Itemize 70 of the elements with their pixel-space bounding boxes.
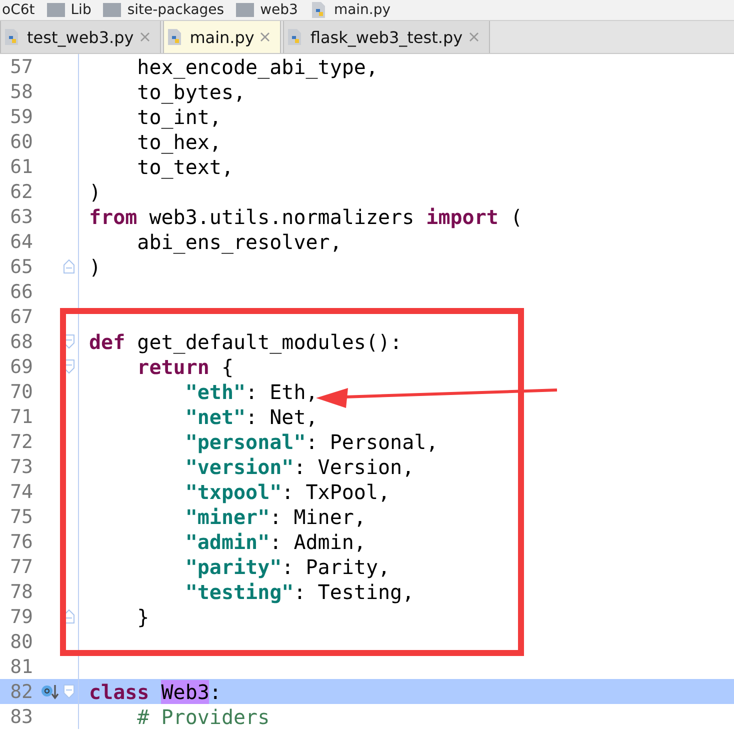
code-line: "testing": Testing, [184, 580, 414, 604]
code-line: class Web3: [88, 680, 222, 704]
line-number: 60 [9, 130, 33, 152]
line-number: 72 [9, 430, 33, 452]
breadcrumb-item[interactable]: site-packages [127, 1, 224, 19]
line-number: 80 [9, 630, 33, 652]
fold-icon[interactable] [63, 684, 75, 699]
override-marker-icon[interactable] [41, 682, 59, 700]
line-number: 70 [9, 380, 33, 402]
line-number: 68 [9, 330, 33, 352]
code-line: "version": Version, [184, 454, 414, 478]
line-number: 75 [9, 506, 33, 528]
breadcrumb-item[interactable]: Lib [70, 1, 92, 19]
code-line: ) [88, 254, 102, 278]
line-number: 59 [9, 106, 33, 128]
code-line: from web3.utils.normalizers import ( [88, 204, 522, 228]
breadcrumb-item[interactable]: web3 [260, 1, 298, 19]
breadcrumb-item[interactable]: main.py [334, 1, 391, 19]
code-line: # Providers [136, 704, 270, 728]
fold-icon[interactable] [63, 259, 75, 274]
python-file-icon [310, 1, 328, 19]
code-line: to_bytes, [136, 80, 246, 104]
code-line: to_text, [136, 154, 234, 178]
close-icon[interactable] [260, 32, 270, 42]
python-file-icon [166, 28, 184, 46]
code-line: "eth": Eth, [184, 380, 318, 404]
line-number: 58 [9, 80, 33, 102]
code-line: } [136, 604, 150, 628]
editor-tab[interactable]: main.py [162, 21, 282, 53]
line-number: 63 [9, 206, 33, 228]
code-line: "txpool": TxPool, [184, 480, 390, 504]
line-number: 79 [9, 606, 33, 628]
line-number: 83 [9, 706, 33, 728]
line-number: 62 [9, 180, 33, 202]
code-line: hex_encode_abi_type, [136, 54, 378, 78]
line-number: 73 [9, 456, 33, 478]
line-number: 76 [9, 530, 33, 552]
folder-icon [46, 3, 65, 17]
line-number: 81 [9, 656, 33, 678]
editor-tab[interactable]: flask_web3_test.py [283, 21, 490, 53]
close-icon[interactable] [140, 32, 150, 42]
code-line: "admin": Admin, [184, 530, 366, 554]
code-line: abi_ens_resolver, [136, 230, 342, 254]
line-number: 61 [9, 156, 33, 178]
line-number: 65 [9, 256, 33, 278]
code-line: to_int, [136, 104, 222, 128]
code-line: "parity": Parity, [184, 554, 390, 578]
line-number: 77 [9, 556, 33, 578]
editor-tab[interactable]: test_web3.py [0, 21, 161, 53]
line-number: 57 [9, 56, 33, 78]
line-number: 66 [9, 280, 33, 302]
line-number: 78 [9, 580, 33, 602]
close-icon[interactable] [468, 32, 479, 42]
code-line: "personal": Personal, [184, 430, 438, 454]
code-line: "miner": Miner, [184, 504, 366, 528]
line-number: 82 [9, 680, 33, 702]
line-number: 69 [9, 356, 33, 378]
code-line: ) [88, 180, 102, 204]
python-file-icon [3, 28, 21, 46]
code-line: "net": Net, [184, 404, 318, 428]
code-line: return { [136, 354, 234, 378]
folder-icon [236, 3, 254, 17]
folder-icon [103, 3, 122, 17]
line-number: 64 [9, 230, 33, 252]
code-line: def get_default_modules(): [88, 330, 402, 354]
line-number: 71 [9, 406, 33, 428]
breadcrumb-item[interactable]: oC6t [2, 1, 35, 19]
line-number: 74 [9, 480, 33, 502]
code-line: to_hex, [136, 130, 222, 154]
line-number: 67 [9, 306, 33, 328]
